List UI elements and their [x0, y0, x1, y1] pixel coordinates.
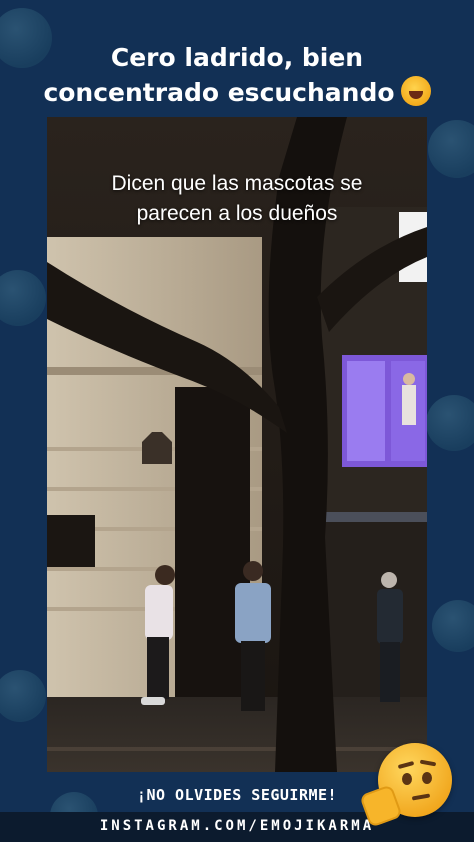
- video-caption: Dicen que las mascotas se parecen a los …: [47, 169, 427, 229]
- background-emoji-icon: [428, 120, 474, 178]
- video-frame[interactable]: Dicen que las mascotas se parecen a los …: [47, 117, 427, 772]
- rolling-on-floor-laughing-icon: [400, 76, 431, 106]
- background-emoji-icon: [426, 395, 474, 451]
- background-emoji-icon: [432, 600, 474, 652]
- video-caption-line2: parecen a los dueños: [136, 202, 338, 225]
- instagram-handle-link[interactable]: INSTAGRAM.COM/EMOJIKARMA: [0, 818, 474, 834]
- post-title: Cero ladrido, bien concentrado escuchand…: [0, 40, 474, 110]
- post-title-line1: Cero ladrido, bien: [110, 43, 364, 72]
- video-caption-line1: Dicen que las mascotas se: [111, 172, 363, 195]
- post-title-line2: concentrado escuchando: [43, 78, 395, 107]
- background-emoji-icon: [0, 270, 46, 326]
- footer-bar: INSTAGRAM.COM/EMOJIKARMA: [0, 812, 474, 842]
- background-emoji-icon: [0, 670, 46, 722]
- thinking-face-icon: [359, 743, 452, 828]
